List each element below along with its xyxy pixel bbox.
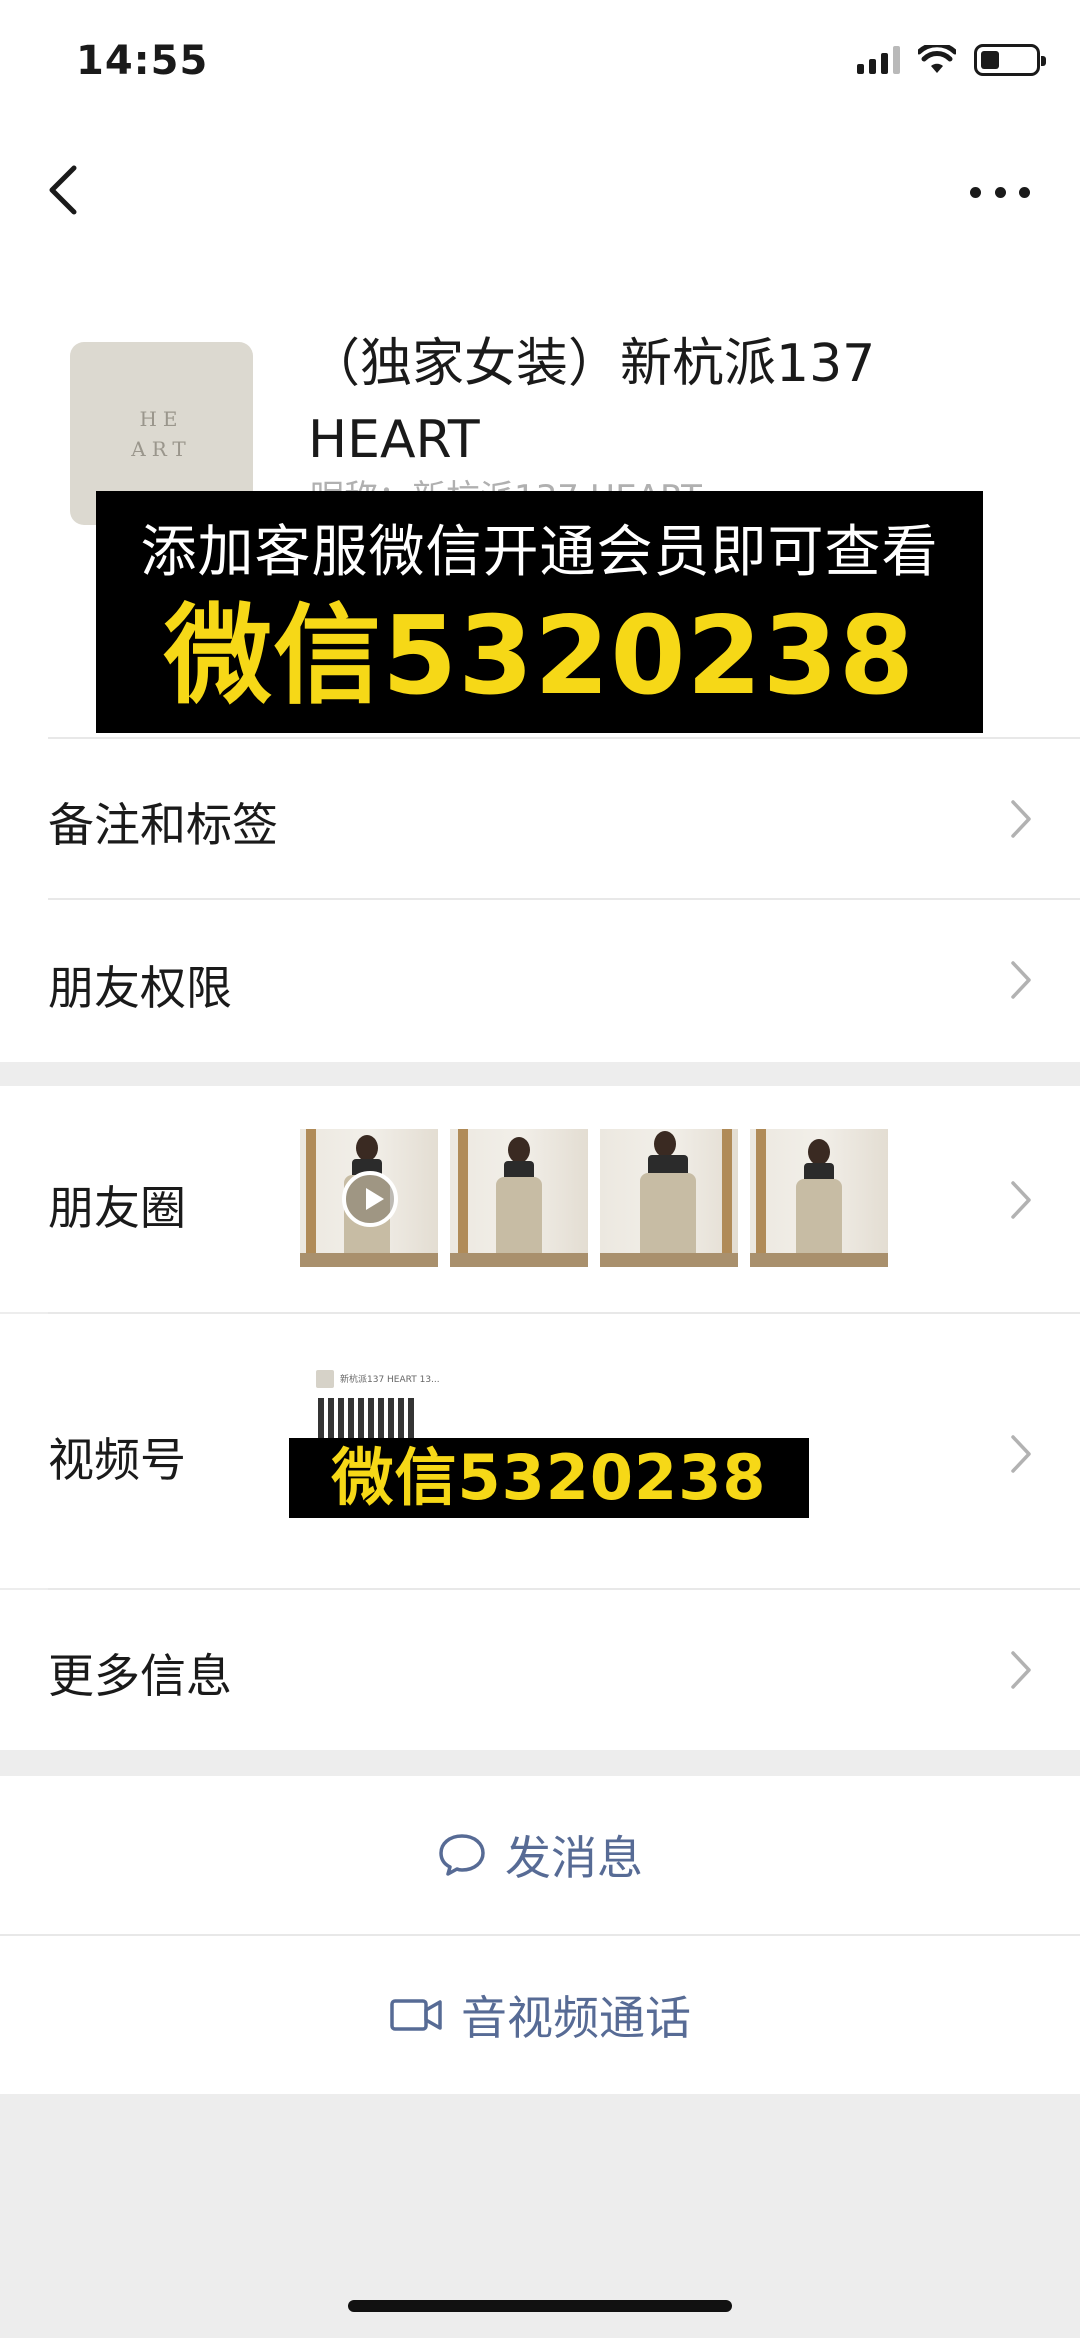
row-label: 更多信息 [48, 1649, 232, 1703]
avatar-text-line2: ART [131, 436, 192, 461]
contact-name: （独家女装）新杭派137 HEART [308, 334, 876, 470]
moments-thumbnail[interactable] [750, 1129, 888, 1267]
chevron-right-icon [1011, 800, 1031, 838]
row-label: 备注和标签 [48, 798, 278, 852]
home-indicator[interactable] [348, 2300, 732, 2312]
status-icons [857, 44, 1046, 76]
section-separator [0, 1750, 1080, 1776]
channels-preview-title: 新杭派137 HEART 13... [340, 1375, 440, 1385]
back-button[interactable] [44, 162, 84, 218]
qr-code-icon [318, 1398, 418, 1442]
battery-icon [974, 44, 1046, 76]
moments-thumbnails[interactable] [300, 1129, 888, 1267]
row-label: 朋友圈 [48, 1181, 186, 1235]
chevron-right-icon [1011, 961, 1031, 999]
channels-promo-overlay: 微信5320238 [289, 1438, 809, 1518]
status-time: 14:55 [76, 38, 209, 84]
row-more-info[interactable]: 更多信息 [0, 1590, 1080, 1750]
row-label: 朋友权限 [48, 961, 232, 1015]
video-call-label: 音视频通话 [461, 1991, 691, 2045]
row-label: 视频号 [48, 1433, 186, 1487]
row-remarks-and-tags[interactable]: 备注和标签 [0, 739, 1080, 899]
promo-wechat-id: 微信5320238 [163, 594, 916, 719]
play-icon [342, 1171, 398, 1227]
row-friend-permissions[interactable]: 朋友权限 [0, 900, 1080, 1062]
cellular-signal-icon [857, 46, 900, 74]
chat-bubble-icon [439, 1834, 485, 1876]
send-message-button[interactable]: 发消息 [0, 1776, 1080, 1934]
chevron-right-icon [1011, 1181, 1031, 1219]
moments-thumbnail[interactable] [600, 1129, 738, 1267]
chevron-right-icon [1011, 1435, 1031, 1473]
send-message-label: 发消息 [505, 1831, 643, 1885]
channels-avatar [316, 1370, 334, 1388]
moments-thumbnail[interactable] [300, 1129, 438, 1267]
video-call-button[interactable]: 音视频通话 [0, 1936, 1080, 2094]
promo-overlay: 添加客服微信开通会员即可查看 微信5320238 [96, 491, 983, 733]
contact-profile-screen: 14:55 HE ART （独家女装）新杭派137 HEART 昵称：新杭派1 [0, 0, 1080, 2338]
moments-thumbnail[interactable] [450, 1129, 588, 1267]
promo-text: 添加客服微信开通会员即可查看 [140, 520, 939, 585]
more-options-button[interactable] [970, 172, 1030, 212]
more-dot-icon [994, 186, 1006, 198]
video-camera-icon [390, 1999, 442, 2031]
more-dot-icon [1019, 186, 1030, 198]
chevron-left-icon [49, 165, 77, 215]
wifi-icon [918, 45, 956, 75]
chevron-right-icon [1011, 1651, 1031, 1689]
more-dot-icon [970, 186, 981, 198]
avatar-text-line1: HE [139, 406, 184, 431]
section-separator [0, 1062, 1080, 1086]
